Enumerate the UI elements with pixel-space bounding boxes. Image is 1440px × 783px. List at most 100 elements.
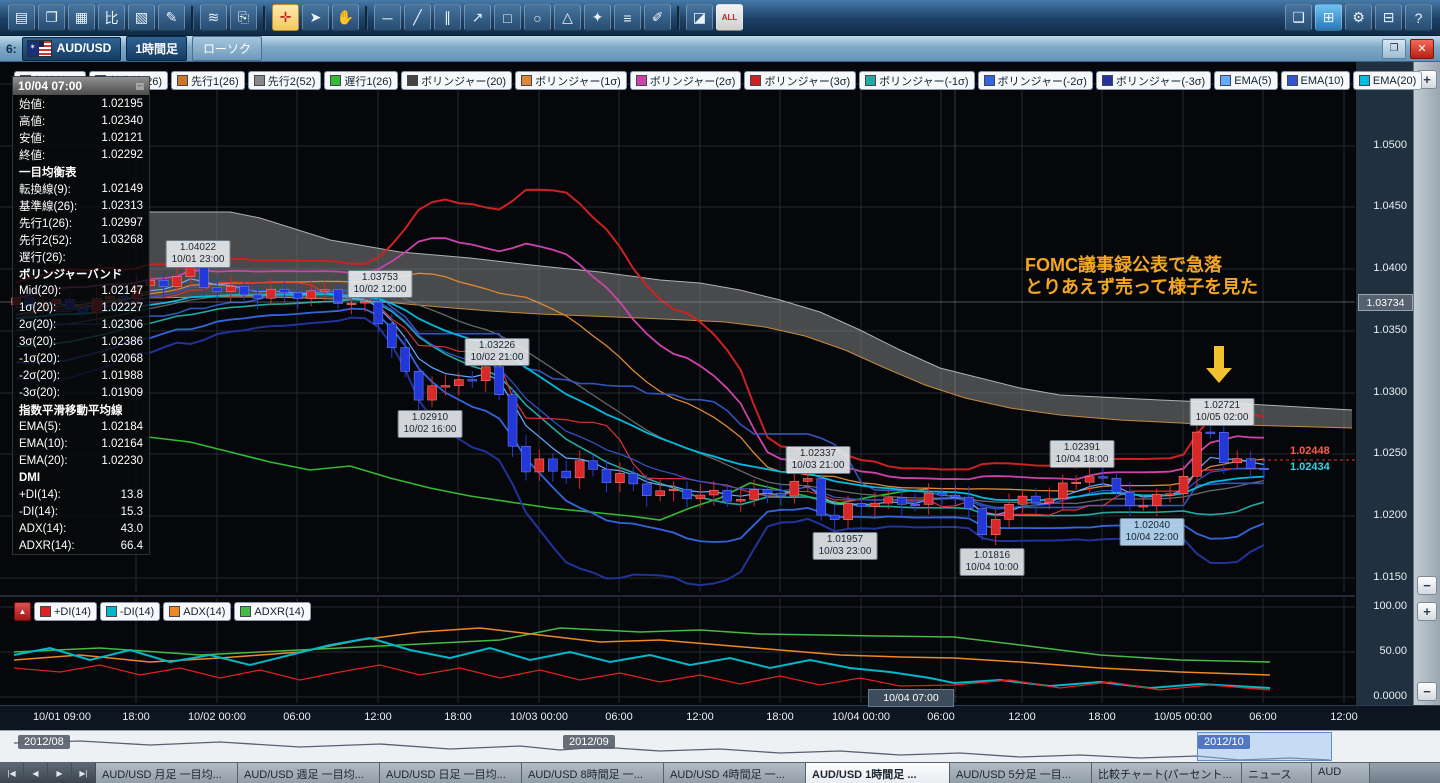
windows-icon[interactable]: ❏ [1285,4,1312,31]
legend-item[interactable]: EMA(20) [1353,71,1422,90]
print-icon[interactable]: ⊟ [1375,4,1402,31]
chart-tab[interactable]: 比較チャート(パーセント... [1092,763,1242,783]
down-arrow-annotation[interactable] [1206,346,1232,383]
triangle-icon[interactable]: △ [554,4,581,31]
zoom-out-button[interactable]: − [1417,682,1437,701]
price-annotation[interactable]: 1.0233710/03 21:00 [786,446,851,474]
chart-type-chip[interactable]: ローソク [192,36,262,61]
crosshair-icon[interactable]: ✛ [272,4,299,31]
edit-icon[interactable]: ✎ [158,4,185,31]
timeframe-chip[interactable]: 1時間足 [126,36,187,61]
freehand-icon[interactable]: ✐ [644,4,671,31]
tab-scroll-button[interactable]: ▶ [48,763,72,783]
dmi-pane [14,628,1270,690]
chart-tab[interactable]: AUD/USD 日足 一目均... [380,763,522,783]
horizontal-line-icon[interactable]: ─ [374,4,401,31]
candle [293,293,302,299]
symbol-chip[interactable]: AUD/USD [22,37,122,61]
tab-scroll-button[interactable]: ◀ [24,763,48,783]
tile-icon[interactable]: ⊞ [1315,4,1342,31]
price-annotation[interactable]: 1.0402210/01 23:00 [166,240,231,268]
info-label: -DI(14): [19,506,58,518]
legend-item[interactable]: 先行2(52) [248,71,322,90]
time-axis-label: 06:00 [605,711,633,723]
hand-icon[interactable]: ✋ [332,4,359,31]
info-row: 始値:1.02195 [13,95,149,112]
layout-icon[interactable]: ▧ [128,4,155,31]
chart-tab[interactable]: AUD/USD 5分足 一目... [950,763,1092,783]
chart-tab[interactable]: ニュース [1242,763,1312,783]
ellipse-icon[interactable]: ○ [524,4,551,31]
info-panel-menu-icon[interactable]: ▤ [135,81,144,92]
info-label: ボリンジャーバンド [19,266,122,282]
legend-item[interactable]: ボリンジャー(1σ) [515,71,627,90]
legend-label: 先行2(52) [268,73,316,89]
price-annotation[interactable]: 1.0291010/02 16:00 [398,410,463,438]
zoom-out-button[interactable]: − [1417,576,1437,595]
price-annotation[interactable]: 1.0239110/04 18:00 [1050,440,1115,468]
legend-item[interactable]: ボリンジャー(-2σ) [978,71,1093,90]
legend-item[interactable]: EMA(5) [1214,71,1277,90]
tab-scroll-button[interactable]: ▶| [72,763,96,783]
chart-tab[interactable]: AUD/USD 週足 一目均... [238,763,380,783]
restore-window-icon[interactable]: ❐ [1382,39,1406,59]
help-icon[interactable]: ? [1405,4,1432,31]
legend-label: -DI(14) [120,606,154,618]
info-section-header: 一目均衡表 [13,163,149,180]
legend-item[interactable]: ボリンジャー(2σ) [630,71,742,90]
scroll-minimap[interactable]: 2012/082012/092012/10 [0,730,1440,762]
user-note[interactable]: FOMC議事録公表で急落 とりあえず売って様子を見た [1025,254,1258,298]
legend-item[interactable]: ボリンジャー(-3σ) [1096,71,1211,90]
ray-line-icon[interactable]: ↗ [464,4,491,31]
legend-item[interactable]: ボリンジャー(20) [401,71,512,90]
legend-item[interactable]: +DI(14) [34,602,97,621]
erase-all-icon[interactable]: ALL [716,4,743,31]
save-image-icon[interactable]: ⎘ [230,4,257,31]
chart-tab[interactable]: AUD/USD 8時間足 一... [522,763,664,783]
arrow-head [1206,368,1232,383]
close-icon[interactable]: ✕ [1410,39,1434,59]
line-mode-icon[interactable]: ≋ [200,4,227,31]
new-window-icon[interactable]: ❐ [38,4,65,31]
price-annotation[interactable]: 1.0375310/02 12:00 [348,270,413,298]
legend-item[interactable]: ボリンジャー(3σ) [744,71,856,90]
chart-tab[interactable]: AUD [1312,763,1370,783]
legend-item[interactable]: -DI(14) [100,602,160,621]
legend-item[interactable]: ADXR(14) [234,602,310,621]
rectangle-icon[interactable]: □ [494,4,521,31]
legend-item[interactable]: ADX(14) [163,602,231,621]
report-icon[interactable]: ▤ [8,4,35,31]
fibonacci-icon[interactable]: ≡ [614,4,641,31]
info-value: 15.3 [121,506,143,518]
legend-item[interactable]: ボリンジャー(-1σ) [859,71,974,90]
info-panel-header[interactable]: 10/04 07:00 ▤ [13,77,149,95]
legend-item[interactable]: EMA(10) [1281,71,1350,90]
price-annotation[interactable]: 1.0195710/03 23:00 [813,532,878,560]
trend-line-icon[interactable]: ╱ [404,4,431,31]
eraser-icon[interactable]: ◪ [686,4,713,31]
tab-scroll-button[interactable]: |◀ [0,763,24,783]
settings-icon[interactable]: ⚙ [1345,4,1372,31]
price-annotation[interactable]: 1.0272110/05 02:00 [1190,398,1255,426]
price-annotation[interactable]: 1.0181610/04 10:00 [960,548,1025,576]
chart-tab[interactable]: AUD/USD 4時間足 一... [664,763,806,783]
legend-item[interactable]: 先行1(26) [171,71,245,90]
polygon-icon[interactable]: ✦ [584,4,611,31]
parallel-lines-icon[interactable]: ∥ [434,4,461,31]
new-chart-icon[interactable]: ▦ [68,4,95,31]
chart-tab[interactable]: AUD/USD 1時間足 ... [806,763,950,783]
collapse-panel-icon[interactable]: ▲ [14,602,31,621]
cursor-icon[interactable]: ➤ [302,4,329,31]
time-axis-label: 12:00 [364,711,392,723]
price-annotation[interactable]: 1.0322610/02 21:00 [465,338,530,366]
chart-tab[interactable]: AUD/USD 月足 一目均... [96,763,238,783]
price-annotation[interactable]: 1.0204010/04 22:00 [1120,518,1185,546]
compare-icon[interactable]: 比 [98,4,125,31]
time-axis-label: 12:00 [1008,711,1036,723]
info-label: EMA(20): [19,455,68,467]
time-axis-label: 12:00 [1330,711,1358,723]
candle [347,303,356,305]
series-color-swatch [40,606,51,617]
legend-item[interactable]: 遅行1(26) [324,71,398,90]
zoom-in-button[interactable]: + [1417,602,1437,621]
